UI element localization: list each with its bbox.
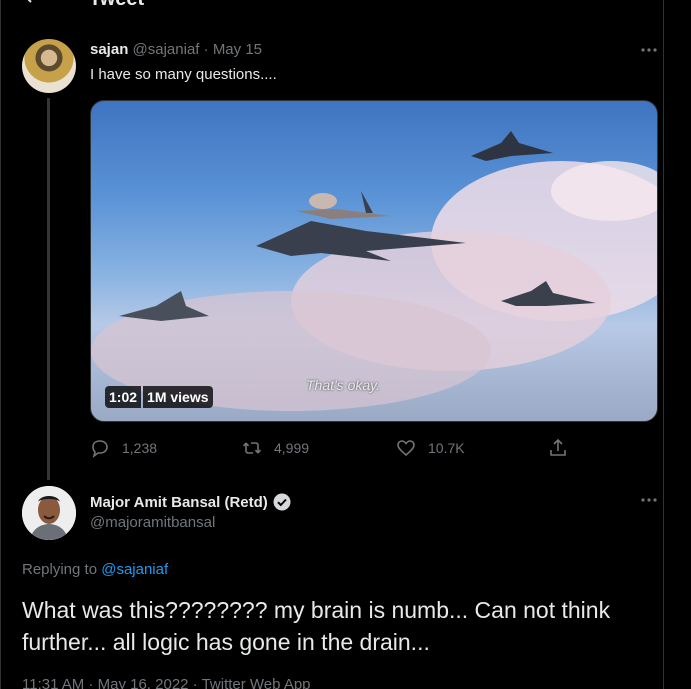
tweet-text: I have so many questions.... [90,66,277,83]
retweet-count: 4,999 [274,440,310,456]
back-arrow-icon[interactable] [23,0,43,4]
share-button[interactable] [548,436,568,460]
replying-to-link[interactable]: @sajaniaf [101,561,168,578]
author-name[interactable]: sajan [90,41,128,58]
heart-icon [397,440,415,457]
meta-separator: · [203,41,209,58]
author-name-row: Major Amit Bansal (Retd) [90,492,292,512]
retweet-icon [242,442,262,454]
thread-connector-line [47,98,50,480]
verified-badge-icon [273,493,291,511]
replying-prefix: Replying to [22,561,98,578]
avatar[interactable] [22,39,76,93]
replying-to-line: Replying to @sajaniaf [22,561,168,578]
tweet-time[interactable]: 11:31 AM [22,676,84,689]
retweet-button[interactable]: 4,999 [242,436,309,460]
author-handle[interactable]: @sajaniaf [133,41,200,58]
more-options-icon[interactable] [639,490,659,510]
tweet-text: What was this???????? my brain is numb..… [22,597,611,655]
video-player[interactable]: That's okay. 1:02 1M views [90,100,658,422]
author-handle[interactable]: @majoramitbansal [90,514,215,531]
tweet-timestamp-row: 11:31 AM · May 16, 2022 · Twitter Web Ap… [22,676,311,689]
page-title: Tweet [89,0,144,11]
like-button[interactable]: 10.7K [396,436,465,460]
video-duration: 1:02 [105,386,142,408]
reply-icon [92,440,108,458]
tweet-thread-panel: Tweet sajan @sajaniaf · May 15 I have so… [0,0,664,689]
reply-count: 1,238 [122,440,158,456]
tweet-date[interactable]: May 15 [213,41,262,58]
share-icon [550,438,566,456]
tweet-source[interactable]: Twitter Web App [202,676,311,689]
video-views: 1M views [143,386,213,408]
reply-button[interactable]: 1,238 [90,436,157,460]
video-subtitle: That's okay. [306,377,380,393]
more-options-icon[interactable] [639,40,659,60]
author-name[interactable]: Major Amit Bansal (Retd) [90,494,268,511]
video-frame-image [91,131,657,411]
avatar[interactable] [22,486,76,540]
avatar-photo [22,486,76,540]
tweet-actions: 1,238 4,999 10.7K [90,436,570,460]
video-info-badge: 1:02 1M views [105,386,213,408]
tweet-header: sajan @sajaniaf · May 15 [90,41,262,58]
tweet-date[interactable]: May 16, 2022 [98,676,189,689]
like-count: 10.7K [428,440,465,456]
